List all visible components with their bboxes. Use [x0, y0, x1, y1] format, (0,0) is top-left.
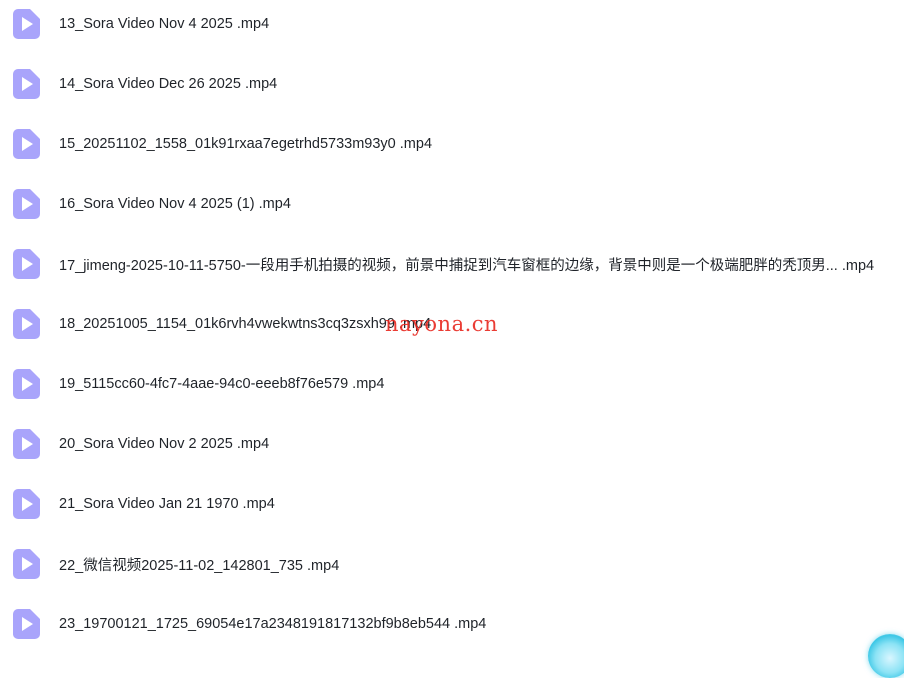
file-name: 16_Sora Video Nov 4 2025 (1) .mp4: [59, 196, 291, 212]
list-item[interactable]: 15_20251102_1558_01k91rxaa7egetrhd5733m9…: [0, 114, 904, 174]
file-name: 19_5115cc60-4fc7-4aae-94c0-eeeb8f76e579 …: [59, 376, 385, 392]
file-name: 15_20251102_1558_01k91rxaa7egetrhd5733m9…: [59, 136, 433, 152]
list-item[interactable]: 13_Sora Video Nov 4 2025 .mp4: [0, 0, 904, 54]
file-name: 20_Sora Video Nov 2 2025 .mp4: [59, 436, 270, 452]
list-item[interactable]: 21_Sora Video Jan 21 1970 .mp4: [0, 474, 904, 534]
file-name: 21_Sora Video Jan 21 1970 .mp4: [59, 496, 275, 512]
list-item[interactable]: 17_jimeng-2025-10-11-5750-一段用手机拍摄的视频，前景中…: [0, 234, 904, 294]
video-file-icon: [13, 609, 40, 639]
list-item[interactable]: 14_Sora Video Dec 26 2025 .mp4: [0, 54, 904, 114]
file-name: 18_20251005_1154_01k6rvh4vwekwtns3cq3zsx…: [59, 316, 432, 332]
list-item[interactable]: 23_19700121_1725_69054e17a2348191817132b…: [0, 594, 904, 654]
file-name: 23_19700121_1725_69054e17a2348191817132b…: [59, 616, 487, 632]
list-item[interactable]: 22_微信视频2025-11-02_142801_735 .mp4: [0, 534, 904, 594]
video-file-icon: [13, 69, 40, 99]
video-file-icon: [13, 189, 40, 219]
video-file-icon: [13, 549, 40, 579]
file-name: 14_Sora Video Dec 26 2025 .mp4: [59, 76, 278, 92]
list-item[interactable]: 18_20251005_1154_01k6rvh4vwekwtns3cq3zsx…: [0, 294, 904, 354]
video-file-icon: [13, 429, 40, 459]
video-file-icon: [13, 9, 40, 39]
list-item[interactable]: 20_Sora Video Nov 2 2025 .mp4: [0, 414, 904, 474]
video-file-icon: [13, 309, 40, 339]
video-file-icon: [13, 129, 40, 159]
file-name: 17_jimeng-2025-10-11-5750-一段用手机拍摄的视频，前景中…: [59, 257, 875, 274]
list-item[interactable]: 19_5115cc60-4fc7-4aae-94c0-eeeb8f76e579 …: [0, 354, 904, 414]
file-name: 13_Sora Video Nov 4 2025 .mp4: [59, 16, 270, 32]
video-file-icon: [13, 369, 40, 399]
video-file-icon: [13, 249, 40, 279]
list-item[interactable]: 16_Sora Video Nov 4 2025 (1) .mp4: [0, 174, 904, 234]
file-name: 22_微信视频2025-11-02_142801_735 .mp4: [59, 557, 340, 574]
video-file-icon: [13, 489, 40, 519]
floating-assistant-button[interactable]: [868, 634, 904, 678]
